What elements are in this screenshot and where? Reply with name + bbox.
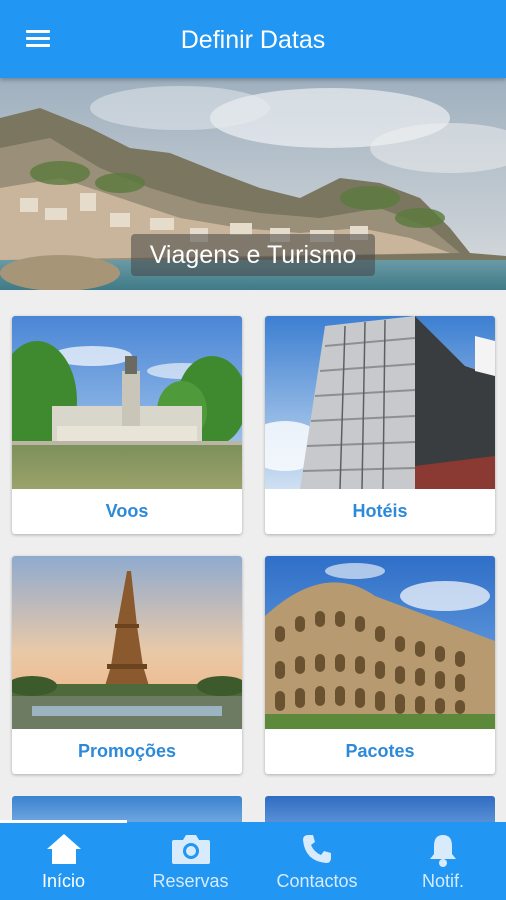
nav-label: Reservas — [152, 871, 229, 891]
app-bar: Definir Datas — [0, 0, 506, 78]
bottom-navigation: Início Reservas Contactos Notif. — [0, 820, 506, 900]
nav-item-reservas[interactable]: Reservas — [127, 822, 254, 900]
card-promocoes[interactable]: Promoções — [12, 556, 242, 774]
card-pacotes[interactable]: Pacotes — [265, 556, 495, 774]
nav-item-notificacoes[interactable]: Notif. — [380, 822, 506, 900]
nav-label: Contactos — [276, 871, 358, 891]
card-label: Voos — [105, 501, 149, 521]
home-icon — [45, 832, 83, 871]
nav-label: Notif. — [421, 871, 464, 891]
nav-item-contactos[interactable]: Contactos — [254, 822, 380, 900]
bell-icon — [426, 832, 460, 873]
card-image-park — [12, 316, 242, 489]
card-label: Pacotes — [345, 741, 415, 761]
camera-icon — [170, 832, 212, 871]
phone-icon — [300, 832, 334, 871]
nav-label: Início — [41, 871, 86, 891]
card-label: Hotéis — [352, 501, 408, 521]
card-hoteis[interactable]: Hotéis — [265, 316, 495, 534]
nav-item-inicio[interactable]: Início — [0, 822, 127, 900]
page-title: Definir Datas — [180, 26, 326, 54]
hero-banner[interactable]: Viagens e Turismo — [0, 78, 506, 290]
card-image-colosseum — [265, 556, 495, 729]
hero-caption: Viagens e Turismo — [131, 234, 375, 276]
card-image-hotel — [265, 316, 495, 489]
card-voos[interactable]: Voos — [12, 316, 242, 534]
card-image-eiffel — [12, 556, 242, 729]
card-label: Promoções — [77, 741, 177, 761]
